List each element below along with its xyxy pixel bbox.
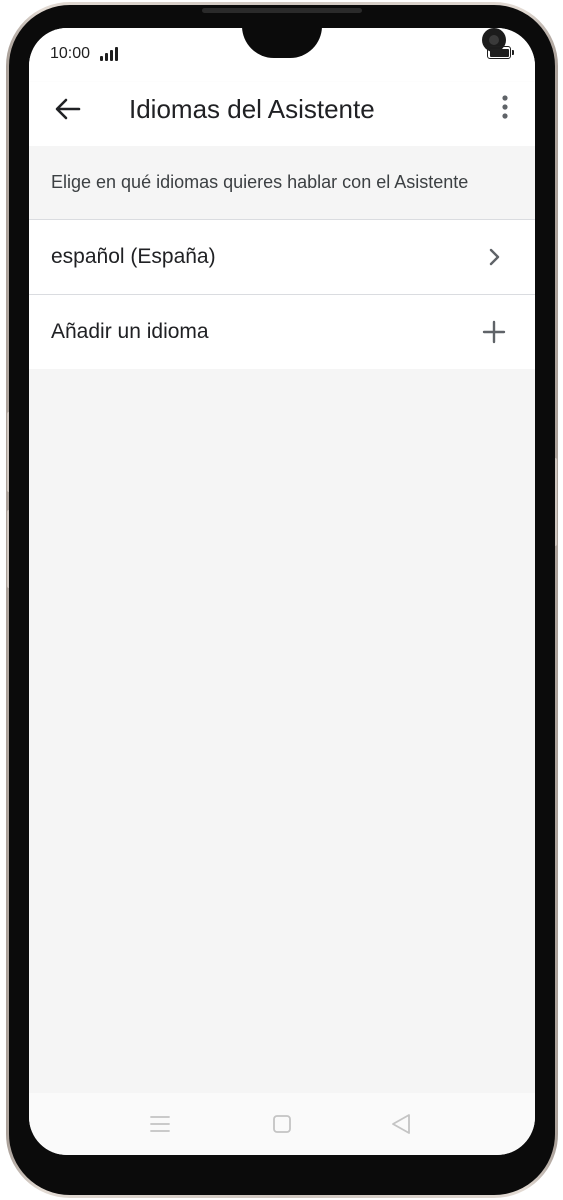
battery-icon: [487, 46, 514, 59]
screen: 10:00 Idiomas del Asistente Elige en qué…: [29, 28, 535, 1155]
add-language-label: Añadir un idioma: [51, 320, 209, 343]
earpiece-speaker: [202, 8, 362, 13]
status-bar: 10:00: [29, 28, 535, 82]
more-vert-icon[interactable]: [495, 92, 515, 126]
add-icon: [481, 319, 507, 345]
status-time: 10:00: [50, 45, 91, 62]
menu-icon[interactable]: [147, 1111, 173, 1137]
language-item-label: español (España): [51, 245, 216, 268]
description-text: Elige en qué idiomas quieres hablar con …: [51, 172, 469, 192]
navigation-bar: [29, 1093, 535, 1155]
signal-icon: [100, 45, 122, 61]
home-square-icon[interactable]: [269, 1111, 295, 1137]
page-title: Idiomas del Asistente: [129, 94, 375, 124]
display-notch: [242, 28, 506, 58]
back-triangle-icon[interactable]: [389, 1111, 415, 1137]
arrow-back-icon[interactable]: [51, 92, 85, 126]
language-item-espanol[interactable]: español (España): [29, 219, 535, 294]
app-bar: Idiomas del Asistente: [29, 82, 535, 146]
chevron-right-icon: [481, 244, 507, 270]
add-language-item[interactable]: Añadir un idioma: [29, 294, 535, 369]
description-section: Elige en qué idiomas quieres hablar con …: [29, 146, 535, 219]
